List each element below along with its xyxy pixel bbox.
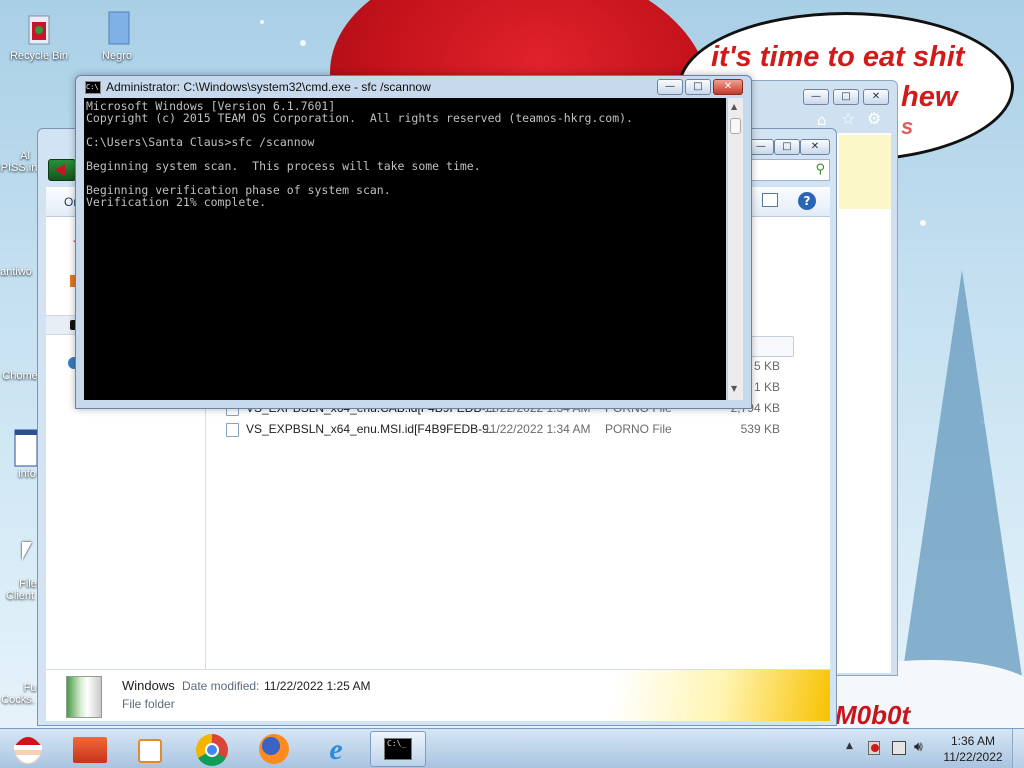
desktop-icon-label: Chome: [2, 370, 38, 382]
star-icon[interactable]: ☆: [841, 109, 855, 128]
preview-pane-icon[interactable]: [762, 193, 778, 207]
bubble-line-1: it's time to eat shit: [711, 41, 965, 73]
close-button[interactable]: ✕: [800, 139, 830, 155]
desktop-icon-antiwo[interactable]: antiwo: [0, 266, 38, 278]
desktop-icon-piss[interactable]: Al PISS.in: [0, 150, 40, 174]
wallpaper-tree: [900, 270, 1024, 690]
desktop-icon-label: Fu: [23, 682, 37, 694]
taskbar-internet-explorer[interactable]: e: [308, 731, 364, 767]
search-input[interactable]: ⚲: [748, 159, 830, 181]
desktop-icon-file-client[interactable]: File Client: [0, 578, 40, 602]
snowflake: [300, 40, 306, 46]
desktop-icon-label: Al: [20, 150, 30, 162]
taskbar-cmd[interactable]: C:\_: [370, 731, 426, 767]
desktop-icon-label: antiwo: [0, 266, 32, 278]
cmd-title: Administrator: C:\Windows\system32\cmd.e…: [106, 80, 431, 94]
taskbar-media-player[interactable]: [122, 731, 178, 767]
clock-date: 11/22/2022: [943, 750, 1003, 764]
maximize-button[interactable]: □: [833, 89, 859, 105]
back-button[interactable]: [48, 159, 76, 181]
start-button[interactable]: [6, 731, 50, 767]
clock-time: 1:36 AM: [950, 734, 996, 748]
santa-start-icon: [14, 737, 42, 764]
minimize-button[interactable]: —: [657, 79, 683, 95]
console-icon: C:\: [85, 81, 101, 94]
minimize-button[interactable]: —: [803, 89, 829, 105]
console-icon: C:\_: [384, 738, 412, 760]
background-window-infobar: [839, 135, 891, 209]
details-pane: Windows Date modified: 11/22/2022 1:25 A…: [46, 669, 830, 721]
close-button[interactable]: ✕: [863, 89, 889, 105]
details-modified-label: Date modified:: [182, 679, 260, 693]
desktop-icon-info[interactable]: info: [0, 428, 40, 480]
back-arrow-icon: [55, 164, 65, 176]
file-icon: [226, 423, 239, 437]
details-type: File folder: [122, 697, 175, 711]
folder-icon: [73, 737, 107, 763]
window-file-icon: [14, 428, 38, 467]
desktop-icon-label: PISS.in: [0, 162, 38, 174]
taskbar-explorer[interactable]: [62, 731, 118, 767]
file-date: 11/22/2022 1:34 AM: [484, 422, 591, 436]
action-center-flag-icon[interactable]: [868, 741, 880, 755]
network-tray-icon[interactable]: [892, 741, 906, 755]
scroll-down-icon[interactable]: ▼: [731, 384, 737, 393]
cmd-window[interactable]: C:\ Administrator: C:\Windows\system32\c…: [75, 75, 752, 409]
scroll-up-icon[interactable]: ▲: [731, 102, 737, 111]
snowflake: [260, 20, 264, 24]
scroll-thumb[interactable]: [730, 118, 741, 134]
file-icon: [97, 8, 137, 48]
wallpaper-watermark: M0b0t: [835, 700, 911, 730]
snowflake: [920, 220, 926, 226]
search-icon: ⚲: [815, 162, 825, 177]
show-hidden-icons[interactable]: ▲: [846, 741, 853, 751]
file-size: 1 KB: [753, 380, 780, 394]
console-output[interactable]: Microsoft Windows [Version 6.1.7601] Cop…: [84, 98, 726, 400]
console-text: Microsoft Windows [Version 6.1.7601] Cop…: [86, 99, 633, 209]
maximize-button[interactable]: □: [685, 79, 711, 95]
vertical-scrollbar[interactable]: ▲ ▼: [727, 98, 743, 400]
file-size: 539 KB: [740, 422, 780, 436]
home-icon[interactable]: ⌂: [817, 111, 827, 129]
taskbar: e C:\_ ▲ 🔊︎ 1:36 AM 11/22/2022: [0, 728, 1024, 768]
firefox-icon: [259, 734, 289, 764]
details-modified-value: 11/22/2022 1:25 AM: [264, 679, 371, 693]
desktop-icon-label: Recycle Bin: [9, 50, 69, 62]
file-type: PORNO File: [605, 422, 672, 436]
taskbar-chrome[interactable]: [184, 731, 240, 767]
file-row[interactable]: VS_EXPBSLN_x64_enu.MSI.id[F4B9FEDB-9... 1…: [220, 420, 794, 441]
file-size: 5 KB: [753, 359, 780, 373]
details-name: Windows: [122, 678, 175, 693]
close-button[interactable]: ✕: [713, 79, 743, 95]
folder-large-icon: [66, 676, 102, 718]
file-name: VS_EXPBSLN_x64_enu.MSI.id[F4B9FEDB-9...: [246, 422, 499, 436]
desktop-icon-fu-cocks[interactable]: Fu Cocks.: [0, 682, 40, 706]
desktop-icon-label: Cocks.: [1, 694, 35, 706]
help-icon[interactable]: ?: [798, 192, 816, 210]
desktop-icon-chome[interactable]: Chome: [0, 370, 40, 382]
desktop-icon-label: Negro: [102, 50, 132, 62]
system-clock[interactable]: 1:36 AM 11/22/2022: [940, 733, 1006, 765]
desktop-icon-negro[interactable]: Negro: [80, 8, 154, 62]
media-player-icon: [138, 739, 162, 763]
maximize-button[interactable]: □: [774, 139, 800, 155]
desktop-icon-recycle-bin[interactable]: Recycle Bin: [2, 8, 76, 62]
internet-explorer-icon: e: [329, 733, 343, 766]
desktop-icon-label: File: [19, 578, 37, 590]
volume-icon[interactable]: 🔊︎: [914, 739, 923, 755]
gear-icon[interactable]: ⚙: [867, 109, 881, 128]
mouse-cursor-icon: [22, 542, 32, 560]
chrome-icon: [196, 734, 228, 766]
taskbar-firefox[interactable]: [246, 731, 302, 767]
desktop-icon-label: Client: [5, 590, 35, 602]
desktop-icon-label: info: [18, 468, 36, 480]
show-desktop-button[interactable]: [1012, 729, 1024, 768]
background-window-content: [837, 133, 891, 673]
recycle-bin-icon: [19, 8, 59, 48]
